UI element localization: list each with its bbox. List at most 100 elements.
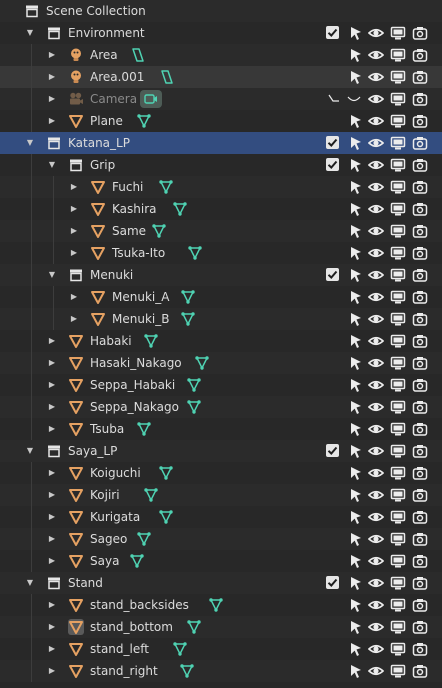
expand-right-icon[interactable]: ▶: [46, 594, 58, 616]
monitor-icon[interactable]: [390, 47, 406, 63]
eye-icon[interactable]: [368, 135, 384, 151]
camera-render-icon[interactable]: [412, 619, 428, 635]
eye-icon[interactable]: [368, 25, 384, 41]
select-arrow-icon[interactable]: [348, 333, 364, 349]
mesh-data-icon[interactable]: [186, 377, 202, 393]
camera-render-icon[interactable]: [412, 25, 428, 41]
select-arrow-icon[interactable]: [348, 575, 364, 591]
object-row[interactable]: ▶ Fuchi: [0, 176, 442, 198]
expand-right-icon[interactable]: ▶: [46, 374, 58, 396]
collection-row[interactable]: ▼ Stand: [0, 572, 442, 594]
collection-row[interactable]: ▼ Grip: [0, 154, 442, 176]
camera-render-icon[interactable]: [412, 443, 428, 459]
select-arrow-icon[interactable]: [348, 245, 364, 261]
object-row[interactable]: ▶ Kojiri: [0, 484, 442, 506]
select-arrow-icon[interactable]: [348, 663, 364, 679]
mesh-data-icon[interactable]: [158, 465, 174, 481]
object-row[interactable]: ▶ Habaki: [0, 330, 442, 352]
camera-render-icon[interactable]: [412, 289, 428, 305]
mesh-data-icon[interactable]: [186, 399, 202, 415]
camera-render-icon[interactable]: [412, 355, 428, 371]
object-row[interactable]: ▶ Kurigata: [0, 506, 442, 528]
eye-icon[interactable]: [368, 399, 384, 415]
monitor-icon[interactable]: [390, 69, 406, 85]
mesh-data-icon[interactable]: [180, 311, 196, 327]
eye-icon[interactable]: [368, 267, 384, 283]
exclude-checkbox[interactable]: [326, 26, 339, 39]
monitor-icon[interactable]: [390, 641, 406, 657]
expand-down-icon[interactable]: ▼: [46, 154, 58, 176]
camera-data-icon[interactable]: [143, 91, 159, 107]
expand-right-icon[interactable]: ▶: [68, 220, 80, 242]
monitor-icon[interactable]: [390, 201, 406, 217]
restriction-toggle-icon[interactable]: [326, 91, 342, 107]
select-arrow-icon[interactable]: [348, 465, 364, 481]
select-arrow-icon[interactable]: [348, 113, 364, 129]
exclude-checkbox[interactable]: [326, 136, 339, 149]
camera-render-icon[interactable]: [412, 465, 428, 481]
object-row[interactable]: ▶ stand_left: [0, 638, 442, 660]
object-row[interactable]: ▶ Seppa_Habaki: [0, 374, 442, 396]
expand-down-icon[interactable]: ▼: [24, 440, 36, 462]
expand-right-icon[interactable]: ▶: [46, 88, 58, 110]
select-arrow-icon[interactable]: [348, 531, 364, 547]
expand-down-icon[interactable]: ▼: [24, 22, 36, 44]
expand-right-icon[interactable]: ▶: [46, 506, 58, 528]
monitor-icon[interactable]: [390, 465, 406, 481]
object-row[interactable]: ▶ Menuki_A: [0, 286, 442, 308]
monitor-icon[interactable]: [390, 289, 406, 305]
object-row[interactable]: ▶ Sageo: [0, 528, 442, 550]
select-arrow-icon[interactable]: [348, 619, 364, 635]
camera-render-icon[interactable]: [412, 333, 428, 349]
camera-render-icon[interactable]: [412, 641, 428, 657]
monitor-icon[interactable]: [390, 421, 406, 437]
monitor-icon[interactable]: [390, 223, 406, 239]
expand-right-icon[interactable]: ▶: [46, 616, 58, 638]
mesh-data-icon[interactable]: [158, 179, 174, 195]
camera-render-icon[interactable]: [412, 377, 428, 393]
expand-right-icon[interactable]: ▶: [46, 66, 58, 88]
object-row[interactable]: ▶ Plane: [0, 110, 442, 132]
camera-render-icon[interactable]: [412, 245, 428, 261]
object-row[interactable]: ▶ Camera: [0, 88, 442, 110]
select-arrow-icon[interactable]: [348, 311, 364, 327]
monitor-icon[interactable]: [390, 619, 406, 635]
object-row[interactable]: ▶ Area: [0, 44, 442, 66]
light-data-icon[interactable]: [158, 69, 174, 85]
expand-right-icon[interactable]: ▶: [46, 462, 58, 484]
camera-render-icon[interactable]: [412, 531, 428, 547]
expand-right-icon[interactable]: ▶: [46, 528, 58, 550]
object-row[interactable]: ▶ Seppa_Nakago: [0, 396, 442, 418]
monitor-icon[interactable]: [390, 355, 406, 371]
select-arrow-icon[interactable]: [348, 69, 364, 85]
eye-icon[interactable]: [368, 245, 384, 261]
monitor-icon[interactable]: [390, 399, 406, 415]
mesh-data-icon[interactable]: [187, 245, 203, 261]
eye-icon[interactable]: [368, 69, 384, 85]
eye-icon[interactable]: [368, 443, 384, 459]
eye-icon[interactable]: [368, 223, 384, 239]
exclude-checkbox[interactable]: [326, 576, 339, 589]
expand-right-icon[interactable]: ▶: [46, 484, 58, 506]
mesh-data-icon[interactable]: [136, 421, 152, 437]
expand-right-icon[interactable]: ▶: [68, 286, 80, 308]
mesh-data-icon[interactable]: [143, 487, 159, 503]
camera-render-icon[interactable]: [412, 553, 428, 569]
eye-icon[interactable]: [368, 157, 384, 173]
camera-render-icon[interactable]: [412, 311, 428, 327]
eye-icon[interactable]: [368, 179, 384, 195]
monitor-icon[interactable]: [390, 333, 406, 349]
select-arrow-icon[interactable]: [348, 553, 364, 569]
monitor-icon[interactable]: [390, 597, 406, 613]
monitor-icon[interactable]: [390, 531, 406, 547]
select-arrow-icon[interactable]: [348, 421, 364, 437]
select-arrow-icon[interactable]: [348, 201, 364, 217]
expand-right-icon[interactable]: ▶: [46, 660, 58, 682]
light-data-icon[interactable]: [129, 47, 145, 63]
monitor-icon[interactable]: [390, 91, 406, 107]
object-row[interactable]: ▶ Area.001: [0, 66, 442, 88]
camera-render-icon[interactable]: [412, 421, 428, 437]
expand-down-icon[interactable]: ▼: [46, 264, 58, 286]
camera-render-icon[interactable]: [412, 47, 428, 63]
monitor-icon[interactable]: [390, 113, 406, 129]
